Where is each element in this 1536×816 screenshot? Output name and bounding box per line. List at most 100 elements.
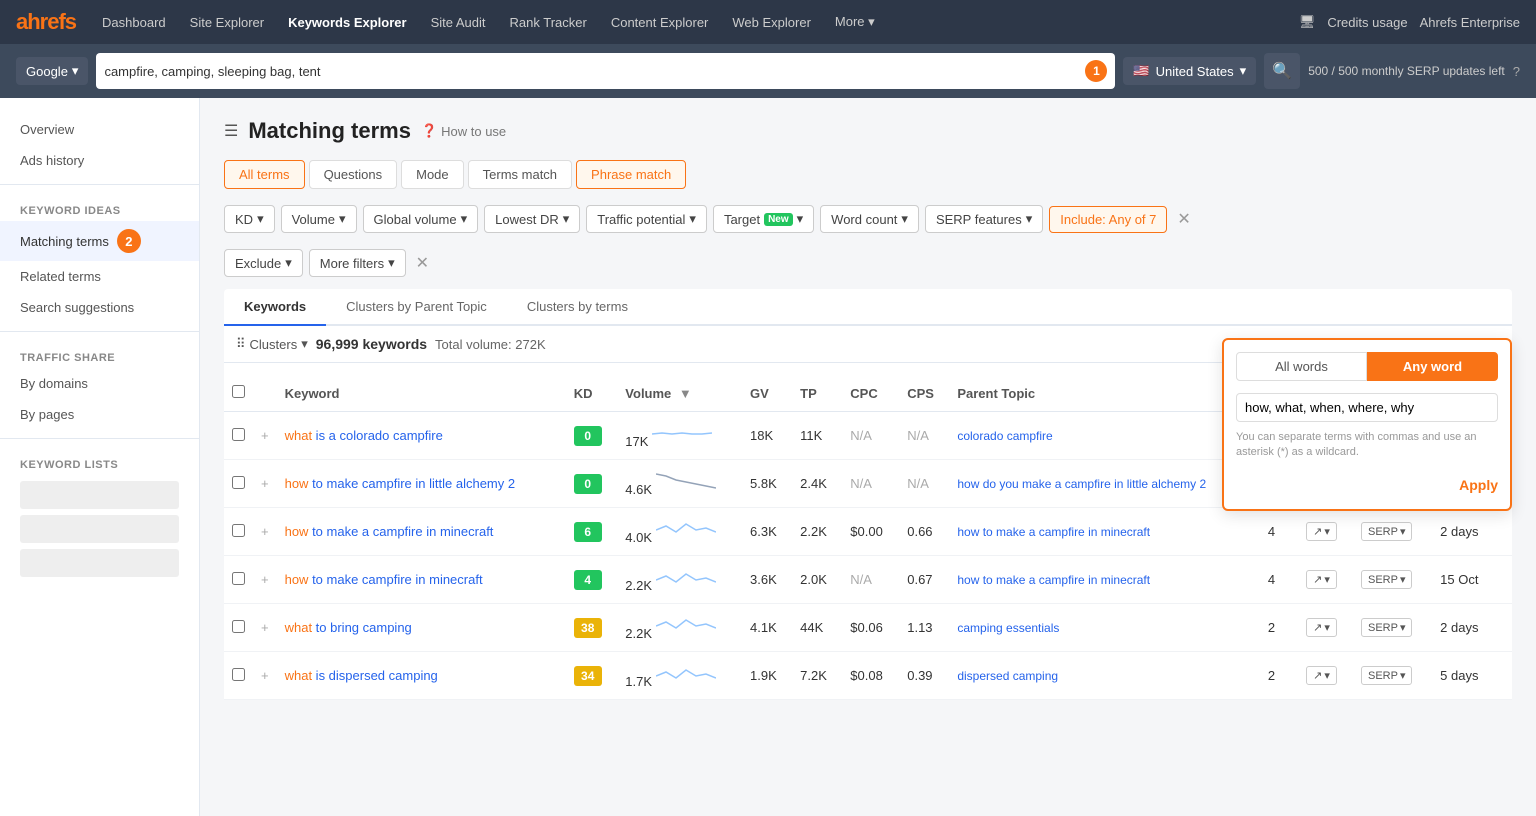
chevron-down-icon: ▾: [1400, 669, 1406, 682]
sidebar-section-keyword-ideas: Keyword ideas: [0, 193, 199, 221]
filter-tab-questions[interactable]: Questions: [309, 160, 398, 189]
row-keyword-cell: what is dispersed camping: [277, 652, 566, 700]
parent-topic-link[interactable]: how to make a campfire in minecraft: [957, 573, 1150, 587]
trend-btn[interactable]: ↗ ▾: [1306, 618, 1337, 637]
nav-dashboard[interactable]: Dashboard: [92, 9, 176, 36]
filter-traffic-potential[interactable]: Traffic potential ▾: [586, 205, 707, 233]
row-checkbox[interactable]: [232, 428, 245, 441]
row-keyword-cell: how to make campfire in little alchemy 2: [277, 460, 566, 508]
parent-topic-link[interactable]: camping essentials: [957, 621, 1059, 635]
filter-lowest-dr[interactable]: Lowest DR ▾: [484, 205, 580, 233]
tab-clusters-terms[interactable]: Clusters by terms: [507, 289, 648, 326]
filter-tab-all-terms[interactable]: All terms: [224, 160, 305, 189]
th-volume[interactable]: Volume ▼: [617, 375, 742, 412]
tab-clusters-parent[interactable]: Clusters by Parent Topic: [326, 289, 507, 326]
filter-include[interactable]: Include: Any of 7: [1049, 206, 1167, 233]
search-btn[interactable]: 🔍: [1264, 53, 1300, 89]
trend-btn[interactable]: ↗ ▾: [1306, 570, 1337, 589]
tab-keywords[interactable]: Keywords: [224, 289, 326, 326]
search-input[interactable]: [104, 64, 1077, 79]
sidebar-item-by-pages[interactable]: By pages: [0, 399, 199, 430]
logo[interactable]: ahrefs: [16, 9, 76, 35]
row-checkbox[interactable]: [232, 668, 245, 681]
search-icon: 🔍: [1272, 61, 1292, 81]
keyword-link[interactable]: what is dispersed camping: [285, 668, 438, 683]
parent-topic-link[interactable]: how to make a campfire in minecraft: [957, 525, 1150, 539]
nav-keywords-explorer[interactable]: Keywords Explorer: [278, 9, 417, 36]
row-parent-topic-cell: how to make a campfire in minecraft: [949, 556, 1260, 604]
nav-site-audit[interactable]: Site Audit: [421, 9, 496, 36]
keyword-link[interactable]: how to make campfire in minecraft: [285, 572, 483, 587]
chevron-down-icon: ▾: [285, 255, 292, 271]
popup-tab-all-words[interactable]: All words: [1236, 352, 1367, 381]
popup-terms-input[interactable]: [1236, 393, 1498, 422]
how-to-use[interactable]: ❓ How to use: [421, 123, 506, 139]
trend-btn[interactable]: ↗ ▾: [1306, 522, 1337, 541]
keyword-link[interactable]: what is a colorado campfire: [285, 428, 443, 443]
add-icon[interactable]: +: [261, 476, 269, 491]
monitor-icon[interactable]: 🖥: [1299, 14, 1316, 30]
row-checkbox[interactable]: [232, 524, 245, 537]
nav-content-explorer[interactable]: Content Explorer: [601, 9, 719, 36]
hamburger-icon[interactable]: ☰: [224, 121, 238, 141]
filter-serp-features[interactable]: SERP features ▾: [925, 205, 1043, 233]
search-engine-btn[interactable]: Google ▾: [16, 57, 88, 85]
nav-site-explorer[interactable]: Site Explorer: [180, 9, 274, 36]
sidebar-item-matching-terms[interactable]: Matching terms 2: [0, 221, 199, 261]
parent-topic-link[interactable]: how do you make a campfire in little alc…: [957, 477, 1206, 491]
filter-tab-mode[interactable]: Mode: [401, 160, 464, 189]
row-volume-cell: 4.6K: [617, 460, 742, 508]
row-parent-topic-cell: dispersed camping: [949, 652, 1260, 700]
filter-tab-terms-match[interactable]: Terms match: [468, 160, 572, 189]
credits-usage[interactable]: Credits usage: [1327, 15, 1407, 30]
serp-btn[interactable]: SERP ▾: [1361, 618, 1413, 637]
select-all-checkbox[interactable]: [232, 385, 245, 398]
row-checkbox[interactable]: [232, 572, 245, 585]
filter-target[interactable]: Target New ▾: [713, 205, 814, 233]
keyword-link[interactable]: what to bring camping: [285, 620, 412, 635]
serp-btn[interactable]: SERP ▾: [1361, 570, 1413, 589]
row-gv-cell: 18K: [742, 412, 792, 460]
serp-btn[interactable]: SERP ▾: [1361, 666, 1413, 685]
volume-value: 4.6K: [625, 482, 652, 497]
filter-more-filters[interactable]: More filters ▾: [309, 249, 406, 277]
sidebar-item-overview[interactable]: Overview: [0, 114, 199, 145]
filter-kd[interactable]: KD ▾: [224, 205, 275, 233]
clear-include-btn[interactable]: ✕: [1173, 207, 1194, 231]
row-add-cell: +: [253, 412, 277, 460]
keyword-link[interactable]: how to make a campfire in minecraft: [285, 524, 494, 539]
filter-word-count[interactable]: Word count ▾: [820, 205, 919, 233]
row-checkbox[interactable]: [232, 620, 245, 633]
filter-global-volume[interactable]: Global volume ▾: [363, 205, 479, 233]
add-icon[interactable]: +: [261, 428, 269, 443]
clusters-btn[interactable]: ⠿ Clusters ▾: [236, 336, 308, 352]
parent-topic-link[interactable]: dispersed camping: [957, 669, 1058, 683]
add-icon[interactable]: +: [261, 668, 269, 683]
filter-tab-phrase-match[interactable]: Phrase match: [576, 160, 686, 189]
question-icon[interactable]: ?: [1513, 64, 1520, 79]
sidebar-item-by-domains[interactable]: By domains: [0, 368, 199, 399]
filter-exclude[interactable]: Exclude ▾: [224, 249, 303, 277]
nav-web-explorer[interactable]: Web Explorer: [722, 9, 821, 36]
row-updated-cell: 2 days: [1432, 604, 1512, 652]
keyword-link[interactable]: how to make campfire in little alchemy 2: [285, 476, 516, 491]
sidebar-item-related-terms[interactable]: Related terms: [0, 261, 199, 292]
sidebar-item-ads-history[interactable]: Ads history: [0, 145, 199, 176]
serp-btn[interactable]: SERP ▾: [1361, 522, 1413, 541]
parent-topic-link[interactable]: colorado campfire: [957, 429, 1052, 443]
nav-more[interactable]: More ▾: [825, 8, 885, 36]
popup-apply-btn[interactable]: Apply: [1236, 473, 1498, 497]
clear-all-filters-btn[interactable]: ✕: [412, 251, 433, 275]
country-btn[interactable]: 🇺🇸 United States ▾: [1123, 57, 1256, 85]
add-icon[interactable]: +: [261, 620, 269, 635]
nav-rank-tracker[interactable]: Rank Tracker: [500, 9, 597, 36]
filter-volume[interactable]: Volume ▾: [281, 205, 357, 233]
add-icon[interactable]: +: [261, 524, 269, 539]
add-icon[interactable]: +: [261, 572, 269, 587]
sidebar-item-search-suggestions[interactable]: Search suggestions: [0, 292, 199, 323]
trend-btn[interactable]: ↗ ▾: [1306, 666, 1337, 685]
row-checkbox[interactable]: [232, 476, 245, 489]
popup-tab-any-word[interactable]: Any word: [1367, 352, 1498, 381]
kd-badge: 0: [574, 426, 602, 446]
matching-terms-label: Matching terms: [20, 234, 109, 249]
